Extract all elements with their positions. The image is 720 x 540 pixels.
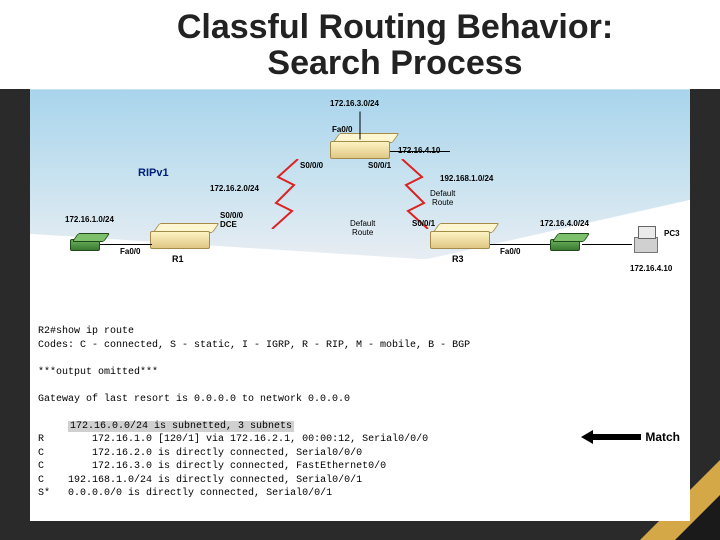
cli-output: R2#show ip route Codes: C - connected, S…: [30, 319, 690, 507]
if-label-r2-fa00: Fa0/0: [332, 125, 352, 134]
default-route-label: Default Route: [350, 219, 375, 237]
cli-route-2: C 172.16.2.0 is directly connected, Seri…: [38, 447, 682, 461]
if-label-r2-s001: S0/0/1: [368, 161, 391, 170]
net-label-r1-lan: 172.16.1.0/24: [65, 215, 114, 224]
network-topology-diagram: 172.16.3.0/24 Fa0/0 172.16.4.10 172.16.2…: [30, 89, 690, 319]
host-label-pc3: PC3: [664, 229, 680, 238]
title-line-1: Classful Routing Behavior:: [177, 8, 613, 46]
title-line-2: Search Process: [267, 44, 522, 82]
net-label-r2-top: 172.16.3.0/24: [330, 99, 379, 108]
slide-title-area: Classful Routing Behavior: Search Proces…: [0, 0, 720, 89]
if-label-r1-s000: S0/0/0 DCE: [220, 211, 243, 229]
switch-r3-lan: [550, 239, 580, 251]
cli-codes: Codes: C - connected, S - static, I - IG…: [38, 339, 682, 353]
host-pc3: [634, 237, 658, 253]
cli-prompt: R2#show ip route: [38, 325, 682, 339]
arrow-left-icon: [581, 430, 641, 444]
if-label-r3-fa00: Fa0/0: [500, 247, 520, 256]
if-label-r1-fa00: Fa0/0: [120, 247, 140, 256]
net-label-r3-lan: 172.16.4.0/24: [540, 219, 589, 228]
switch-r1-lan: [70, 239, 100, 251]
serial-link-r1-r2: [270, 159, 300, 229]
cli-route-4: C 192.168.1.0/24 is directly connected, …: [38, 474, 682, 488]
cli-route-parent-highlight: 172.16.0.0/24 is subnetted, 3 subnets: [68, 421, 294, 432]
if-label-r3-s001: S0/0/1: [412, 219, 435, 228]
cli-route-3: C 172.16.3.0 is directly connected, Fast…: [38, 460, 682, 474]
cli-omitted: ***output omitted***: [38, 366, 682, 380]
static-route-label: Default Route: [430, 189, 455, 207]
cli-route-5: S* 0.0.0.0/0 is directly connected, Seri…: [38, 487, 682, 501]
net-label-r2-right: 172.16.4.10: [398, 146, 440, 155]
rip-protocol-label: RIPv1: [138, 167, 169, 179]
net-label-link-left: 172.16.2.0/24: [210, 184, 259, 193]
match-label: Match: [645, 429, 680, 445]
cli-gateway: Gateway of last resort is 0.0.0.0 to net…: [38, 393, 682, 407]
net-label-link-right: 192.168.1.0/24: [440, 174, 493, 183]
if-label-r2-s000: S0/0/0: [300, 161, 323, 170]
router-label-r3: R3: [452, 254, 464, 264]
match-annotation: Match: [581, 429, 680, 445]
net-label-pc3-ip: 172.16.4.10: [630, 264, 672, 273]
router-label-r1: R1: [172, 254, 184, 264]
slide-content: 172.16.3.0/24 Fa0/0 172.16.4.10 172.16.2…: [30, 89, 690, 521]
slide-title: Classful Routing Behavior: Search Proces…: [90, 10, 700, 81]
